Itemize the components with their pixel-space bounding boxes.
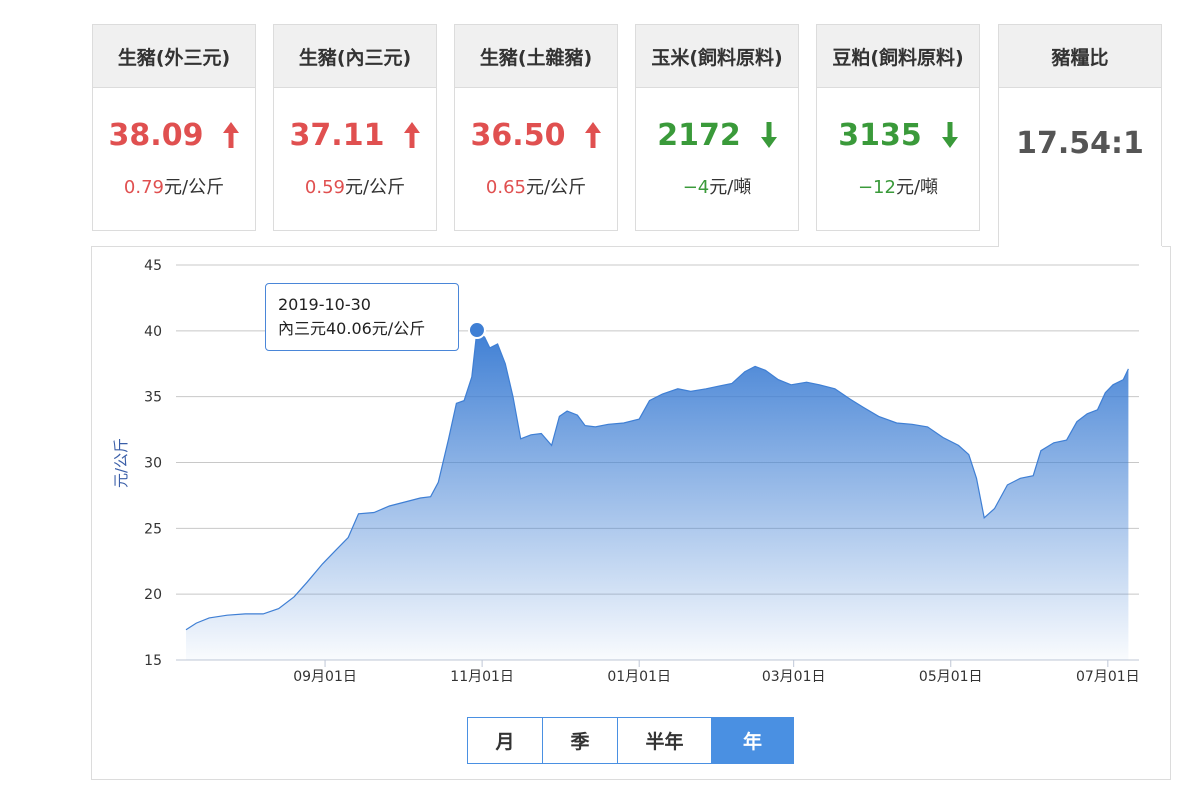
y-tick-label: 45 xyxy=(144,258,162,274)
tooltip-value: 內三元40.06元/公斤 xyxy=(278,319,426,338)
chart-tooltip: 2019-10-30 內三元40.06元/公斤 xyxy=(265,283,459,351)
price-area-chart[interactable]: 15202530354045 09月01日 11月01日 01月01日 03月01日 0… xyxy=(0,0,1200,798)
y-axis-ticks: 15 20 25 30 35 40 45 xyxy=(144,258,162,669)
y-tick-label: 25 xyxy=(144,521,162,537)
series-group xyxy=(185,321,1129,660)
y-tick-label: 35 xyxy=(144,390,162,406)
y-tick-label: 20 xyxy=(144,587,162,603)
tooltip-date: 2019-10-30 xyxy=(278,295,371,314)
range-tab-quarter[interactable]: 季 xyxy=(543,718,618,763)
x-tick-label: 11月01日 xyxy=(450,669,514,685)
y-tick-label: 40 xyxy=(144,324,162,340)
x-tick-label: 07月01日 xyxy=(1076,669,1140,685)
x-tick-label: 03月01日 xyxy=(762,669,826,685)
y-axis-label: 元/公斤 xyxy=(112,438,130,488)
range-selector: 月 季 半年 年 xyxy=(467,717,794,764)
series-area xyxy=(186,330,1129,660)
range-tab-year[interactable]: 年 xyxy=(712,718,793,763)
x-tick-label: 09月01日 xyxy=(293,669,357,685)
x-tick-label: 05月01日 xyxy=(919,669,983,685)
range-tab-month[interactable]: 月 xyxy=(468,718,543,763)
range-tab-half-year[interactable]: 半年 xyxy=(618,718,712,763)
y-tick-label: 30 xyxy=(144,456,162,472)
x-axis-ticks: 09月01日 11月01日 01月01日 03月01日 05月01日 07月01日 xyxy=(293,660,1140,685)
highlight-point xyxy=(467,321,486,340)
y-tick-label: 15 xyxy=(144,653,162,669)
x-tick-label: 01月01日 xyxy=(607,669,671,685)
